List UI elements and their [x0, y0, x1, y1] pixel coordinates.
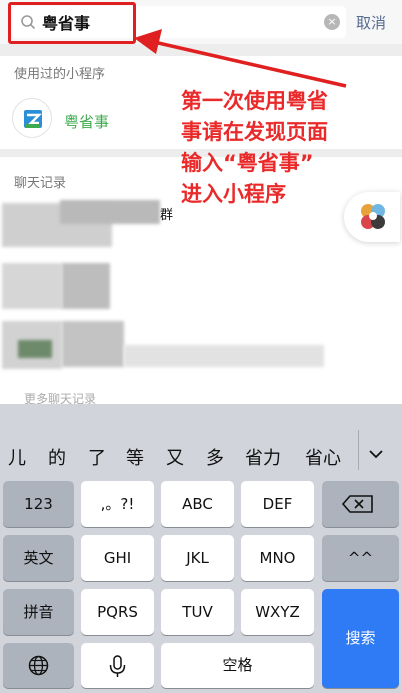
- backspace-key[interactable]: [322, 481, 399, 527]
- candidate-word[interactable]: 省心: [305, 444, 341, 470]
- key-english[interactable]: 英文: [3, 535, 74, 581]
- annotation-line: 输入“粤省事”: [181, 151, 314, 175]
- space-key[interactable]: 空格: [161, 643, 314, 688]
- blurred-text: [62, 321, 124, 367]
- key-123[interactable]: 123: [3, 481, 74, 527]
- key-ghi[interactable]: GHI: [81, 535, 154, 581]
- candidate-word[interactable]: 又: [166, 444, 184, 470]
- floating-window-button[interactable]: [344, 192, 400, 242]
- cancel-button[interactable]: 取消: [356, 12, 386, 33]
- globe-key[interactable]: [3, 643, 74, 688]
- search-key[interactable]: 搜索: [322, 589, 399, 688]
- candidate-bar: 儿 的 了 等 又 多 省力 省心: [0, 404, 402, 470]
- more-chat-records[interactable]: 更多聊天记录: [0, 388, 402, 406]
- chat-records-label: 聊天记录: [14, 176, 67, 191]
- candidate-word[interactable]: 的: [48, 444, 66, 470]
- chat-fragment[interactable]: 群: [160, 204, 173, 223]
- key-abc[interactable]: ABC: [161, 481, 234, 527]
- candidate-word[interactable]: 省力: [245, 444, 281, 470]
- key-mno[interactable]: MNO: [241, 535, 314, 581]
- blurred-text: [60, 200, 160, 224]
- used-mini-programs-label: 使用过的小程序: [14, 67, 106, 82]
- key-jkl[interactable]: JKL: [161, 535, 234, 581]
- key-tuv[interactable]: TUV: [161, 589, 234, 635]
- annotation-line: 事请在发现页面: [181, 120, 328, 144]
- backspace-icon: [341, 495, 373, 513]
- multitask-icon: [361, 204, 385, 229]
- key-wxyz[interactable]: WXYZ: [241, 589, 314, 635]
- annotation-arrow: [134, 29, 347, 88]
- candidate-separator: [358, 430, 359, 470]
- blurred-avatar: [2, 263, 62, 309]
- chevron-down-icon[interactable]: [368, 446, 384, 462]
- annotation-line: 第一次使用粤省: [181, 89, 328, 113]
- key-emoticon[interactable]: ^^: [322, 535, 399, 581]
- globe-icon: [28, 655, 49, 676]
- candidate-word[interactable]: 多: [206, 444, 224, 470]
- candidate-word[interactable]: 了: [88, 444, 106, 470]
- microphone-icon: [109, 655, 126, 677]
- key-pinyin[interactable]: 拼音: [3, 589, 74, 635]
- blurred-text: [124, 345, 324, 367]
- microphone-key[interactable]: [81, 643, 154, 688]
- mini-program-name[interactable]: 粤省事: [64, 111, 109, 132]
- blurred-avatar: [18, 340, 52, 358]
- key-punctuation[interactable]: ,。?!: [81, 481, 154, 527]
- key-def[interactable]: DEF: [241, 481, 314, 527]
- blurred-text: [62, 263, 110, 309]
- candidate-word[interactable]: 等: [126, 444, 144, 470]
- candidate-word[interactable]: 儿: [8, 444, 26, 470]
- yue-logo-icon[interactable]: [12, 98, 52, 138]
- highlight-box: [8, 2, 136, 44]
- key-pqrs[interactable]: PQRS: [81, 589, 154, 635]
